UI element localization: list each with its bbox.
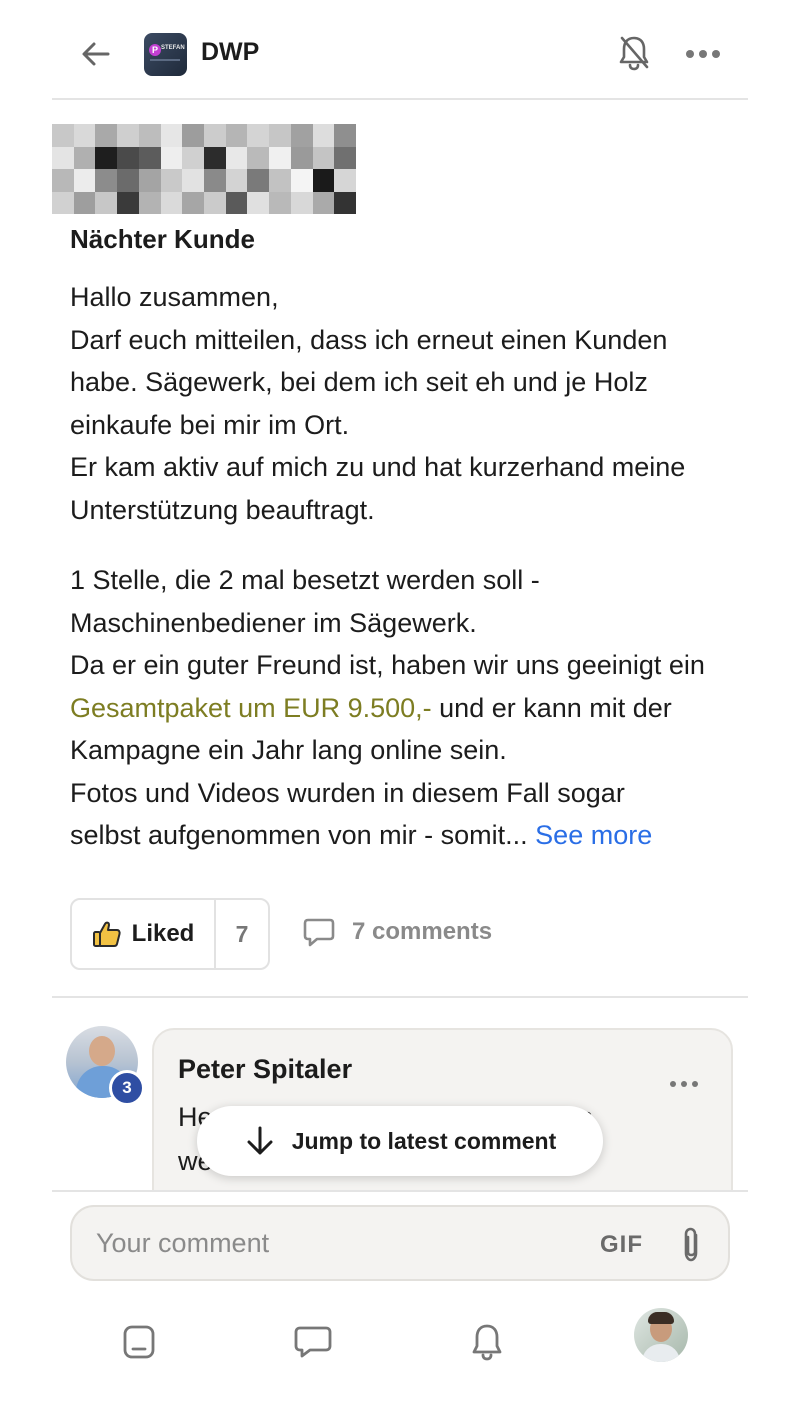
more-dots-icon xyxy=(686,40,722,68)
post-line: Maschinenbediener im Sägewerk. xyxy=(70,607,477,638)
bottom-navigation xyxy=(0,1300,800,1422)
post-line-tail: und er kann mit der xyxy=(431,692,672,723)
post-line: habe. Sägewerk, bei dem ich seit eh und … xyxy=(70,367,648,397)
arrow-left-icon xyxy=(82,42,110,66)
attach-button[interactable] xyxy=(676,1225,706,1265)
bell-off-icon xyxy=(619,36,649,71)
more-dots-icon xyxy=(670,1070,698,1098)
post-line: Darf euch mitteilen, dass ich erneut ein… xyxy=(70,324,668,355)
jump-label: Jump to latest comment xyxy=(291,1127,557,1154)
bell-icon xyxy=(472,1324,502,1361)
post-line: Fotos und Videos wurden in diesem Fall s… xyxy=(70,777,625,808)
like-button[interactable]: Liked xyxy=(72,900,216,968)
post-line-text: selbst aufgenommen von mir - somit... xyxy=(70,820,536,850)
top-bar: P STEFAN DWP xyxy=(52,0,748,100)
comment-composer: GIF xyxy=(70,1205,730,1281)
post-body: Hallo zusammen, Darf euch mitteilen, das… xyxy=(70,276,750,857)
mute-notifications-button[interactable] xyxy=(616,34,652,72)
level-badge: 3 xyxy=(109,1070,145,1106)
like-label: Liked xyxy=(131,920,195,947)
post-line: Kampagne ein Jahr lang online sein. xyxy=(70,735,507,765)
thumbs-up-icon xyxy=(92,921,121,947)
group-logo[interactable]: P STEFAN xyxy=(144,33,187,76)
see-more-link[interactable]: See more xyxy=(535,820,652,850)
back-button[interactable] xyxy=(76,34,116,74)
post-line: selbst aufgenommen von mir - somit... Se… xyxy=(70,814,750,857)
comment-author[interactable]: Peter Spitaler xyxy=(178,1054,352,1085)
comments-count: 7 comments xyxy=(352,918,493,945)
nav-notifications[interactable] xyxy=(459,1314,515,1370)
like-group: Liked 7 xyxy=(70,898,270,970)
post-line: Unterstützung beauftragt. xyxy=(70,494,375,525)
more-options-button[interactable] xyxy=(686,40,722,68)
post-line: Er kam aktiv auf mich zu und hat kurzerh… xyxy=(70,452,686,482)
comment-more-button[interactable] xyxy=(670,1070,698,1098)
post-line: Hallo zusammen, xyxy=(70,282,279,312)
post-line: Da er ein guter Freund ist, haben wir un… xyxy=(70,650,705,680)
jump-to-latest-button[interactable]: Jump to latest comment xyxy=(197,1106,603,1176)
nav-chat[interactable] xyxy=(285,1314,341,1370)
nav-home[interactable] xyxy=(111,1314,167,1370)
post-line: 1 Stelle, die 2 mal besetzt werden soll … xyxy=(70,565,540,595)
nav-profile-avatar[interactable] xyxy=(634,1308,688,1362)
post-title: Nächter Kunde xyxy=(70,224,255,254)
comment-input[interactable] xyxy=(96,1221,566,1265)
paperclip-icon xyxy=(684,1227,698,1262)
comment-bubble-icon xyxy=(303,918,335,947)
group-logo-text: STEFAN xyxy=(161,45,185,51)
highlighted-price: Gesamtpaket um EUR 9.500,- xyxy=(70,692,432,723)
censored-author-area xyxy=(52,124,356,214)
post-line: Gesamtpaket um EUR 9.500,- und er kann m… xyxy=(70,687,750,730)
arrow-down-icon xyxy=(247,1126,273,1155)
divider xyxy=(52,996,748,998)
gif-button[interactable]: GIF xyxy=(600,1231,643,1259)
group-name[interactable]: DWP xyxy=(201,38,259,67)
like-count[interactable]: 7 xyxy=(216,900,268,968)
comments-count-link[interactable]: 7 comments xyxy=(302,916,492,948)
group-logo-letter: P xyxy=(149,44,161,56)
chat-icon xyxy=(294,1326,332,1358)
post-line: einkaufe bei mir im Ort. xyxy=(70,409,350,440)
home-icon xyxy=(123,1325,155,1359)
